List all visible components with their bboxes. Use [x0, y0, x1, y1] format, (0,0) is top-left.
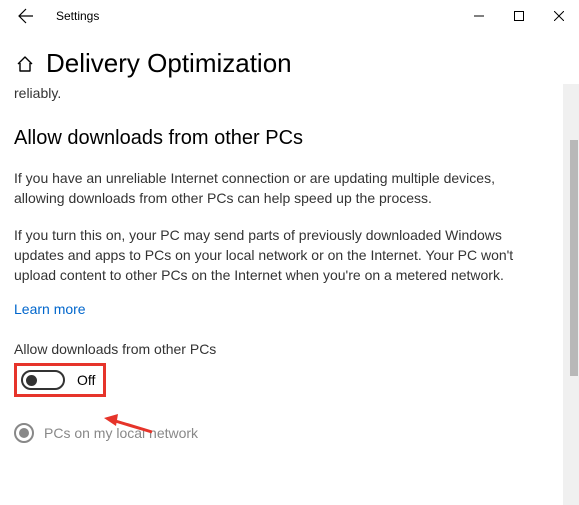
back-button[interactable] [12, 2, 40, 30]
paragraph-2: If you turn this on, your PC may send pa… [14, 225, 534, 286]
toggle-state-text: Off [77, 372, 95, 388]
toggle-label: Allow downloads from other PCs [14, 341, 565, 357]
learn-more-link[interactable]: Learn more [14, 301, 86, 317]
annotation-highlight-box: Off [14, 363, 106, 397]
maximize-icon [514, 11, 524, 21]
allow-downloads-toggle[interactable] [21, 370, 65, 390]
close-button[interactable] [539, 0, 579, 32]
radio-option-local-network: PCs on my local network [14, 423, 565, 443]
radio-label: PCs on my local network [44, 425, 198, 441]
section-title: Allow downloads from other PCs [14, 127, 565, 150]
window-title: Settings [56, 9, 99, 23]
page-title: Delivery Optimization [46, 48, 292, 79]
scrollbar[interactable] [563, 84, 579, 505]
content-area: reliably. Allow downloads from other PCs… [0, 85, 579, 443]
close-icon [554, 11, 564, 21]
paragraph-1: If you have an unreliable Internet conne… [14, 168, 534, 209]
titlebar: Settings [0, 0, 579, 32]
radio-dot-icon [19, 428, 29, 438]
minimize-icon [474, 11, 484, 21]
maximize-button[interactable] [499, 0, 539, 32]
minimize-button[interactable] [459, 0, 499, 32]
scrollbar-thumb[interactable] [570, 140, 578, 376]
toggle-knob-icon [26, 375, 37, 386]
page-header: Delivery Optimization [0, 32, 579, 85]
window-controls [459, 0, 579, 32]
home-icon[interactable] [14, 53, 36, 75]
back-arrow-icon [18, 8, 34, 24]
radio-button [14, 423, 34, 443]
previous-text-fragment: reliably. [14, 85, 565, 101]
